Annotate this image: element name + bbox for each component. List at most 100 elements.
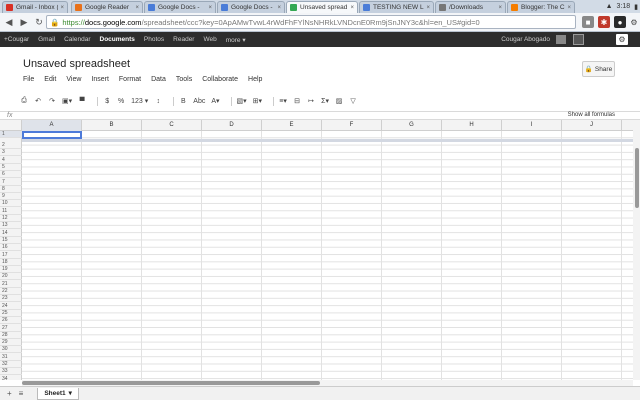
row-header[interactable]: 21 — [0, 281, 22, 288]
row-header[interactable]: 27 — [0, 325, 22, 332]
browser-tab[interactable]: Blogger: The C × — [507, 1, 575, 13]
menu-item[interactable]: File — [18, 76, 39, 83]
wrench-icon[interactable]: ⚙ — [628, 16, 640, 28]
row-header[interactable]: 12 — [0, 215, 22, 222]
toolbar-button[interactable]: Abc — [193, 98, 205, 105]
toolbar-button[interactable]: ⎙ — [20, 97, 28, 105]
close-icon[interactable]: × — [277, 5, 281, 11]
column-header[interactable]: H — [442, 120, 502, 131]
vertical-scroll-thumb[interactable] — [635, 148, 639, 208]
row-header[interactable]: 33 — [0, 368, 22, 376]
column-header[interactable]: G — [382, 120, 442, 131]
menu-item[interactable]: Insert — [86, 76, 114, 83]
close-icon[interactable]: × — [208, 5, 212, 11]
toolbar-button[interactable]: ▧▾ — [237, 97, 247, 105]
row-header[interactable]: 34 — [0, 376, 22, 380]
menu-item[interactable]: Collaborate — [197, 76, 243, 83]
close-icon[interactable]: × — [567, 5, 571, 11]
gbar-link[interactable]: +Cougar — [4, 36, 29, 43]
row-header[interactable]: 10 — [0, 200, 22, 208]
gbar-link[interactable]: more ▾ — [226, 36, 246, 44]
spreadsheet-grid[interactable]: ABCDEFGHIJ 1 2 3 4 5 6 7 8 9 10 11 12 13 14 15 16 17 18 19… — [0, 120, 633, 380]
row-header[interactable]: 23 — [0, 295, 22, 303]
menu-item[interactable]: View — [61, 76, 86, 83]
row-header[interactable]: 28 — [0, 332, 22, 339]
toolbar-button[interactable]: A▾ — [211, 97, 219, 105]
row-header[interactable]: 16 — [0, 244, 22, 252]
back-icon[interactable]: ◀ — [3, 16, 15, 28]
row-header[interactable]: 26 — [0, 317, 22, 325]
horizontal-scroll-thumb[interactable] — [22, 381, 320, 385]
document-title[interactable]: Unsaved spreadsheet — [23, 58, 130, 70]
toolbar-button[interactable]: % — [117, 98, 125, 105]
row-header[interactable]: 4 — [0, 157, 22, 164]
avatar[interactable] — [573, 34, 584, 45]
notification-icon[interactable] — [556, 35, 566, 44]
row-header[interactable]: 29 — [0, 339, 22, 347]
toolbar-button[interactable]: ↕ — [154, 98, 162, 105]
toolbar-button[interactable]: ⊟ — [293, 97, 301, 105]
toolbar-button[interactable]: ▀ — [78, 98, 86, 105]
row-header[interactable]: 7 — [0, 179, 22, 186]
selected-cell[interactable] — [22, 131, 82, 139]
menu-item[interactable]: Edit — [39, 76, 61, 83]
frozen-row-divider[interactable] — [22, 139, 633, 142]
row-header[interactable]: 19 — [0, 266, 22, 274]
extension-icon[interactable]: ✱ — [598, 16, 610, 28]
toolbar-button[interactable]: 123 ▾ — [131, 97, 148, 105]
menu-item[interactable]: Data — [146, 76, 171, 83]
row-header[interactable]: 6 — [0, 171, 22, 179]
close-icon[interactable]: × — [60, 5, 64, 11]
user-name[interactable]: Cougar Abogado — [501, 36, 550, 43]
gear-icon[interactable]: ⚙ — [616, 34, 628, 45]
row-header[interactable]: 2 — [0, 142, 22, 149]
toolbar-button[interactable]: ⊞▾ — [253, 97, 262, 105]
column-header[interactable]: B — [82, 120, 142, 131]
column-header[interactable]: C — [142, 120, 202, 131]
column-header[interactable]: A — [22, 120, 82, 131]
row-header[interactable]: 3 — [0, 149, 22, 157]
row-header[interactable]: 31 — [0, 354, 22, 361]
row-header[interactable]: 30 — [0, 346, 22, 354]
browser-tab[interactable]: Gmail - Inbox (3 × — [2, 1, 68, 13]
gbar-link[interactable]: Documents — [100, 36, 135, 43]
browser-tab[interactable]: Google Docs - × — [217, 1, 285, 13]
gbar-link[interactable]: Calendar — [64, 36, 90, 43]
browser-tab[interactable]: Unsaved spread × — [286, 1, 358, 13]
add-sheet-icon[interactable]: + — [7, 389, 12, 398]
column-header[interactable]: J — [562, 120, 622, 131]
row-header[interactable]: 22 — [0, 288, 22, 295]
row-header[interactable]: 1 — [0, 131, 22, 138]
toolbar-button[interactable]: ↷ — [48, 97, 56, 105]
row-header[interactable]: 17 — [0, 252, 22, 259]
close-icon[interactable]: × — [498, 5, 502, 11]
extension-icon[interactable]: ■ — [582, 16, 594, 28]
browser-tab[interactable]: Google Reader × — [71, 1, 143, 13]
toolbar-button[interactable]: ▨ — [335, 97, 343, 105]
toolbar-button[interactable]: $ — [103, 98, 111, 105]
close-icon[interactable]: × — [135, 5, 139, 11]
menu-item[interactable]: Format — [114, 76, 146, 83]
cell-area[interactable] — [22, 131, 633, 380]
sheet-tab[interactable]: Sheet1 ▾ — [37, 387, 79, 400]
reload-icon[interactable]: ↻ — [33, 16, 45, 28]
menu-item[interactable]: Help — [243, 76, 267, 83]
browser-tab[interactable]: /Downloads × — [435, 1, 506, 13]
toolbar-button[interactable]: ▣▾ — [62, 97, 72, 105]
gbar-link[interactable]: Photos — [144, 36, 164, 43]
gbar-link[interactable]: Reader — [173, 36, 194, 43]
select-all-corner[interactable] — [0, 120, 22, 131]
row-header[interactable]: 20 — [0, 273, 22, 281]
share-button[interactable]: 🔒 Share — [582, 61, 615, 77]
row-header[interactable]: 25 — [0, 310, 22, 317]
row-header[interactable]: 32 — [0, 361, 22, 368]
row-header[interactable]: 18 — [0, 259, 22, 266]
row-header[interactable]: 15 — [0, 237, 22, 244]
url-input[interactable]: 🔒 https:// docs.google.com /spreadsheet/… — [46, 15, 576, 29]
browser-tab[interactable]: Google Docs - × — [144, 1, 216, 13]
browser-tab[interactable]: TESTING NEW L × — [359, 1, 434, 13]
row-header[interactable]: 11 — [0, 208, 22, 215]
show-formulas-button[interactable]: Show all formulas — [568, 112, 615, 118]
column-header[interactable]: D — [202, 120, 262, 131]
extension-icon[interactable]: ● — [614, 16, 626, 28]
